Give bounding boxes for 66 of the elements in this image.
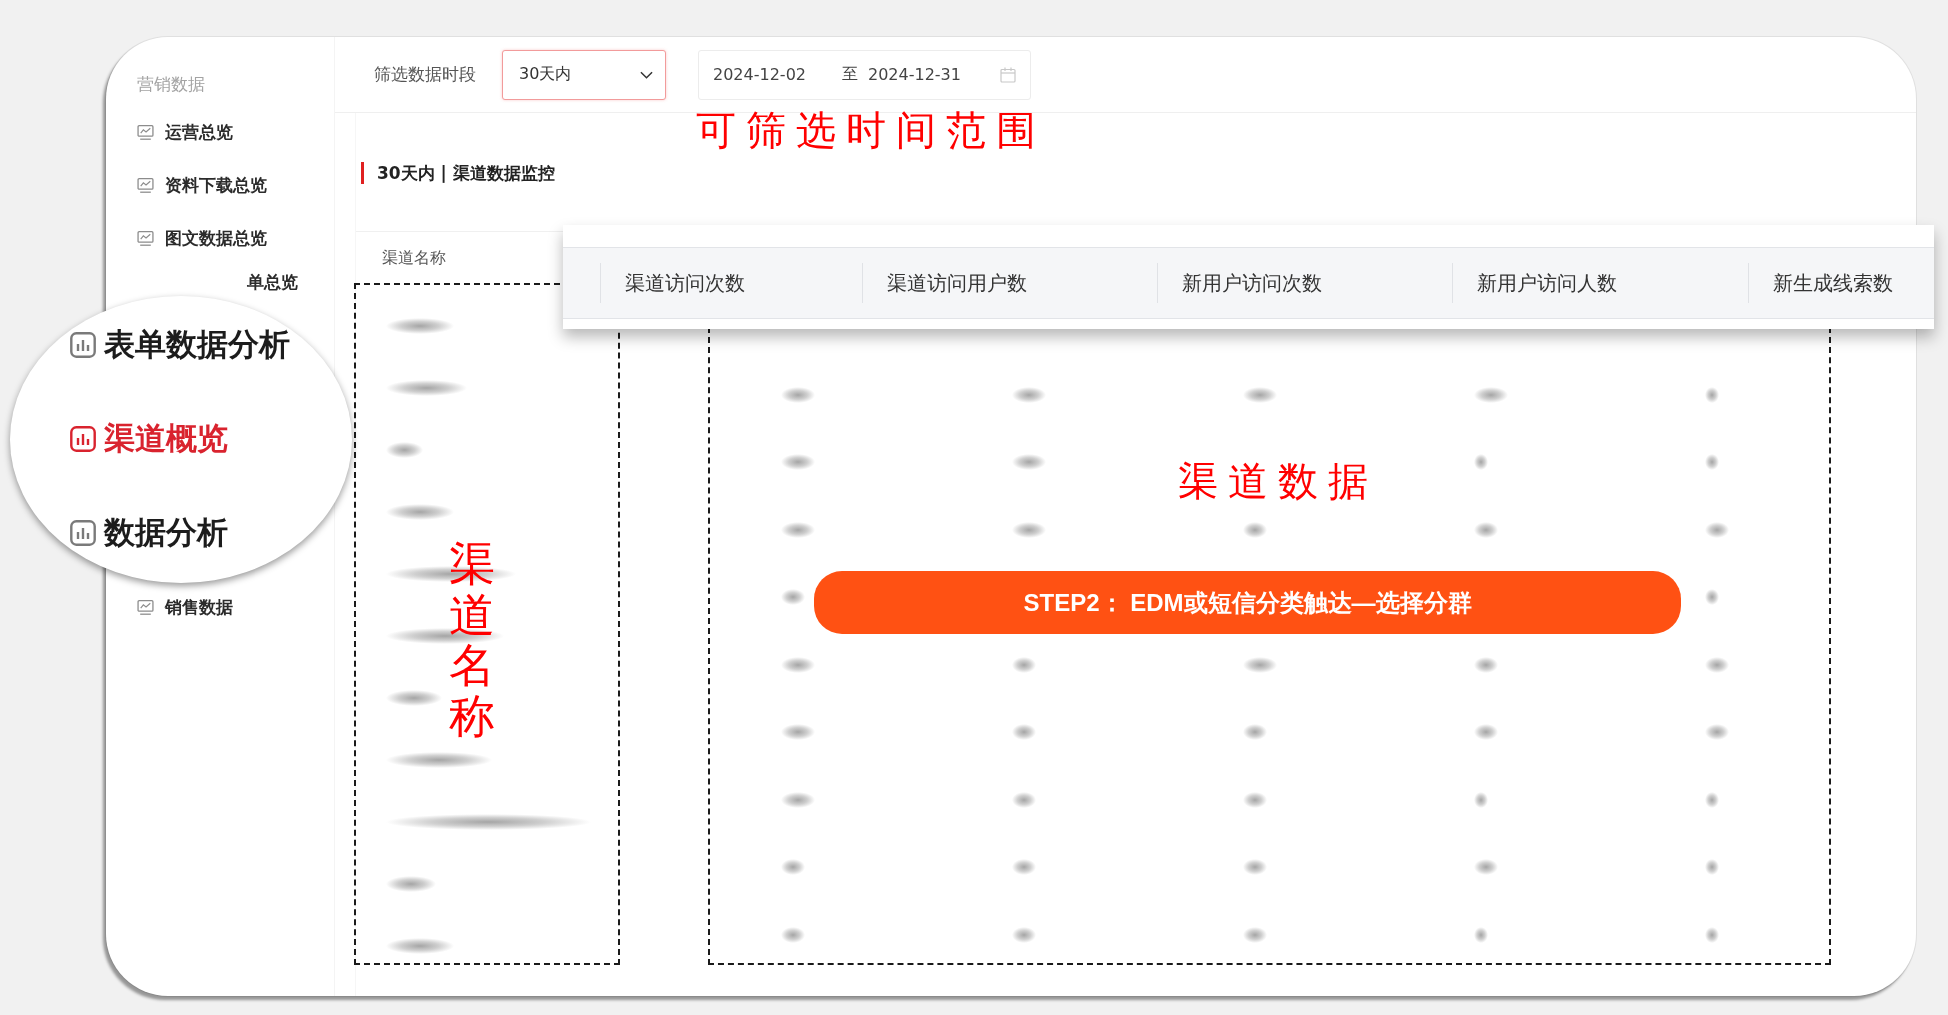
line-chart-icon (137, 229, 154, 247)
blurred-text (781, 589, 805, 606)
blurred-text (1474, 859, 1498, 876)
sidebar-item[interactable]: 销售数据 (137, 592, 233, 622)
blurred-text (1012, 724, 1036, 741)
sidebar-item[interactable]: 运营总览 (137, 117, 233, 147)
blurred-text (1012, 791, 1036, 808)
filter-label: 筛选数据时段 (374, 63, 476, 86)
blurred-text (1474, 791, 1488, 808)
blurred-text (781, 859, 805, 876)
blurred-text (1474, 521, 1498, 538)
blurred-text (1705, 656, 1729, 673)
range-separator: 至 (842, 64, 858, 85)
column-header: 渠道访问用户数 (887, 270, 1027, 295)
column-header: 渠道名称 (382, 248, 446, 269)
line-chart-icon (137, 598, 154, 616)
blurred-text (1012, 926, 1036, 943)
line-chart-icon (137, 176, 154, 194)
blurred-text (1705, 454, 1719, 471)
column-header: 新用户访问人数 (1477, 270, 1617, 295)
annotation-label: 可筛选时间范围 (696, 106, 1046, 155)
column-header: 渠道访问次数 (625, 270, 745, 295)
blurred-text (1243, 926, 1267, 943)
calendar-icon (1000, 66, 1016, 83)
annotation-label: 渠道名称 (449, 539, 495, 742)
blurred-text (1012, 656, 1036, 673)
blurred-text (1474, 656, 1498, 673)
sidebar-item[interactable]: 资料下载总览 (137, 170, 267, 200)
step-banner: STEP2： EDM或短信分类触达—选择分群 (814, 571, 1681, 634)
sidebar-item[interactable]: 图文数据总览 (137, 223, 267, 253)
date-range-field[interactable]: 2024-12-02 至 2024-12-31 (698, 49, 1031, 100)
period-select[interactable]: 30天内 (502, 49, 666, 100)
column-header: 新生成线索数 (1773, 270, 1893, 295)
blurred-text (1705, 724, 1729, 741)
blurred-text (1705, 791, 1719, 808)
blurred-text (1012, 859, 1036, 876)
annotation-label: 渠道数据 (1178, 457, 1378, 506)
bar-chart-icon (70, 332, 96, 358)
blurred-text (1705, 859, 1719, 876)
blurred-text (1705, 386, 1719, 403)
start-date: 2024-12-02 (713, 65, 806, 84)
blurred-text (1705, 926, 1719, 943)
blurred-text (1243, 859, 1267, 876)
end-date: 2024-12-31 (868, 65, 961, 84)
sidebar-item[interactable]: 数据分析 (70, 513, 228, 553)
blurred-text (1243, 791, 1267, 808)
blurred-text (1474, 926, 1488, 943)
section-title: 30天内 | 渠道数据监控 (361, 162, 555, 184)
bar-chart-icon (70, 426, 96, 452)
sidebar-section-title: 营销数据 (137, 74, 205, 94)
blurred-text (386, 876, 436, 892)
blurred-text (1243, 724, 1267, 741)
blurred-text (1705, 589, 1719, 606)
bar-chart-icon (70, 520, 96, 546)
sidebar-item[interactable]: 渠道概览 (70, 419, 228, 459)
blurred-text (1705, 521, 1729, 538)
column-header: 新用户访问次数 (1182, 270, 1322, 295)
line-chart-icon (137, 123, 154, 141)
sidebar-item[interactable]: 表单数据分析 (70, 325, 290, 365)
blurred-text (781, 926, 805, 943)
blurred-text (1474, 454, 1488, 471)
blurred-text (386, 442, 423, 458)
sidebar-item[interactable]: 单总览 (247, 272, 298, 292)
blurred-text (1243, 521, 1267, 538)
chevron-down-icon (640, 70, 653, 79)
blurred-text (1474, 724, 1498, 741)
